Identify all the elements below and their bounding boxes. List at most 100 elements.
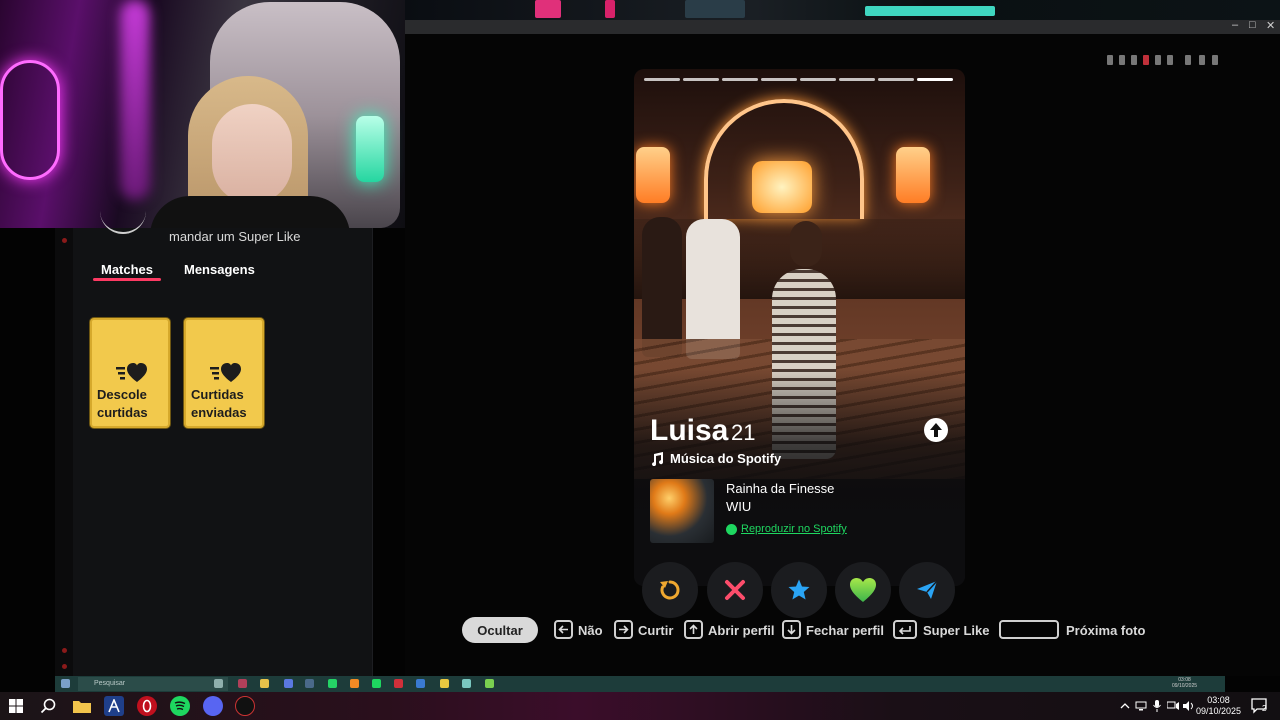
- taskbar: [0, 692, 1280, 720]
- opera-icon[interactable]: [137, 696, 157, 716]
- hint-open-profile-label: Abrir perfil: [708, 623, 775, 638]
- spotify-link-label: Reproduzir no Spotify: [741, 523, 847, 535]
- inner-whatsapp-icon[interactable]: [328, 679, 337, 688]
- app-a-icon[interactable]: [104, 696, 124, 716]
- windows-start-icon[interactable]: [6, 696, 26, 716]
- profile-card[interactable]: Luisa 21 Música do Spotify Rainha da Fin…: [634, 69, 965, 586]
- arrow-up-icon: [930, 423, 942, 437]
- hint-nope-label: Não: [578, 623, 603, 638]
- photo-progress: [644, 78, 953, 81]
- play-on-spotify-link[interactable]: Reproduzir no Spotify: [726, 523, 847, 535]
- hint-like-label: Curtir: [638, 623, 674, 638]
- close-icon: [725, 580, 745, 600]
- inner-app-icon[interactable]: [440, 679, 449, 688]
- extension-icon[interactable]: [1131, 55, 1137, 65]
- spotify-header-label: Música do Spotify: [670, 451, 782, 466]
- inner-start-icon[interactable]: [61, 679, 70, 688]
- close-icon[interactable]: ✕: [1266, 19, 1275, 32]
- hint-super-like-label: Super Like: [923, 623, 990, 638]
- hint-next-photo-label: Próxima foto: [1066, 623, 1146, 638]
- wifi-icon[interactable]: [1166, 696, 1180, 716]
- inner-steam-icon[interactable]: [305, 679, 314, 688]
- enter-key-icon: [893, 620, 917, 639]
- active-tab-indicator: [93, 278, 161, 281]
- inner-taskview-icon[interactable]: [214, 679, 223, 688]
- volume-icon[interactable]: [1182, 696, 1196, 716]
- inner-app-icon[interactable]: [416, 679, 425, 688]
- space-key-icon: [999, 620, 1059, 639]
- card-label-line2: curtidas: [97, 405, 148, 420]
- arrow-down-key-icon: [782, 620, 801, 639]
- sidebar-panel: [55, 228, 373, 676]
- screen: mandar um Super Like Matches Mensagens D…: [0, 0, 1280, 720]
- inner-app-icon[interactable]: [394, 679, 403, 688]
- inner-folder-icon[interactable]: [260, 679, 269, 688]
- nope-button[interactable]: [707, 562, 763, 618]
- boost-button[interactable]: [899, 562, 955, 618]
- profile-age: 21: [731, 420, 756, 445]
- file-explorer-icon[interactable]: [72, 696, 92, 716]
- tab-matches[interactable]: Matches: [101, 262, 153, 277]
- share-icon[interactable]: [1199, 55, 1205, 65]
- menu-icon[interactable]: [1212, 55, 1218, 65]
- discord-icon[interactable]: [203, 696, 223, 716]
- inner-app-icon[interactable]: [462, 679, 471, 688]
- photo-progress-segment[interactable]: [683, 78, 719, 81]
- play-icon[interactable]: [1155, 55, 1161, 65]
- open-profile-button[interactable]: [924, 418, 948, 442]
- minimize-icon[interactable]: –: [1232, 19, 1238, 31]
- super-like-button[interactable]: [771, 562, 827, 618]
- heart-icon: [850, 578, 876, 602]
- like-button[interactable]: [835, 562, 891, 618]
- heart-outline-icon[interactable]: [1167, 55, 1173, 65]
- arrow-right-key-icon: [614, 620, 633, 639]
- card-label-line1: Descole: [97, 387, 147, 402]
- photo-progress-segment[interactable]: [917, 78, 953, 81]
- bookmark-icon[interactable]: [1119, 55, 1125, 65]
- card-sent-likes[interactable]: Curtidas enviadas: [184, 318, 264, 428]
- track-artist: WIU: [726, 499, 752, 514]
- inner-app-icon[interactable]: [485, 679, 494, 688]
- inner-app-icon[interactable]: [238, 679, 247, 688]
- album-art: [650, 479, 714, 543]
- rewind-button[interactable]: [642, 562, 698, 618]
- sidebar-rail: [55, 228, 73, 676]
- notification-count: 2: [1262, 704, 1267, 713]
- spotify-section-header: Música do Spotify: [650, 451, 781, 466]
- card-unblur-likes[interactable]: Descole curtidas: [90, 318, 170, 428]
- photo-progress-segment[interactable]: [800, 78, 836, 81]
- clock-time: 03:08: [1207, 695, 1230, 705]
- notification-center-icon[interactable]: 2: [1251, 698, 1269, 714]
- rewind-icon: [660, 580, 680, 600]
- photo-person: [686, 219, 740, 359]
- zoom-icon[interactable]: [1107, 55, 1113, 65]
- photo-progress-segment[interactable]: [878, 78, 914, 81]
- inner-discord-icon[interactable]: [284, 679, 293, 688]
- taskbar-clock[interactable]: 03:08 09/10/2025: [1196, 695, 1241, 717]
- microphone-icon[interactable]: [1150, 696, 1164, 716]
- photo-progress-segment[interactable]: [644, 78, 680, 81]
- clock-date: 09/10/2025: [1196, 706, 1242, 716]
- inner-app-icon[interactable]: [350, 679, 359, 688]
- background-city-strip: [405, 0, 1280, 20]
- photo-stage-center: [752, 161, 812, 213]
- network-icon[interactable]: [1134, 696, 1148, 716]
- photo-progress-segment[interactable]: [761, 78, 797, 81]
- photo-progress-segment[interactable]: [722, 78, 758, 81]
- heart-speed-icon: [210, 363, 241, 382]
- inner-clock-date: 09/10/2025: [1172, 683, 1198, 689]
- search-icon[interactable]: [38, 696, 58, 716]
- inner-spotify-icon[interactable]: [372, 679, 381, 688]
- maximize-icon[interactable]: □: [1249, 19, 1256, 31]
- photo-progress-segment[interactable]: [839, 78, 875, 81]
- tab-messages[interactable]: Mensagens: [184, 262, 255, 277]
- extension-red-icon[interactable]: [1143, 55, 1149, 65]
- hide-hints-button[interactable]: Ocultar: [462, 617, 538, 643]
- webcam-overlay: [0, 0, 405, 228]
- app-record-icon[interactable]: [235, 696, 255, 716]
- inner-search-box[interactable]: Pesquisar: [78, 677, 228, 691]
- spotify-icon[interactable]: [170, 696, 190, 716]
- download-icon[interactable]: [1185, 55, 1191, 65]
- chevron-up-icon[interactable]: [1118, 696, 1132, 716]
- photo-person: [642, 217, 682, 357]
